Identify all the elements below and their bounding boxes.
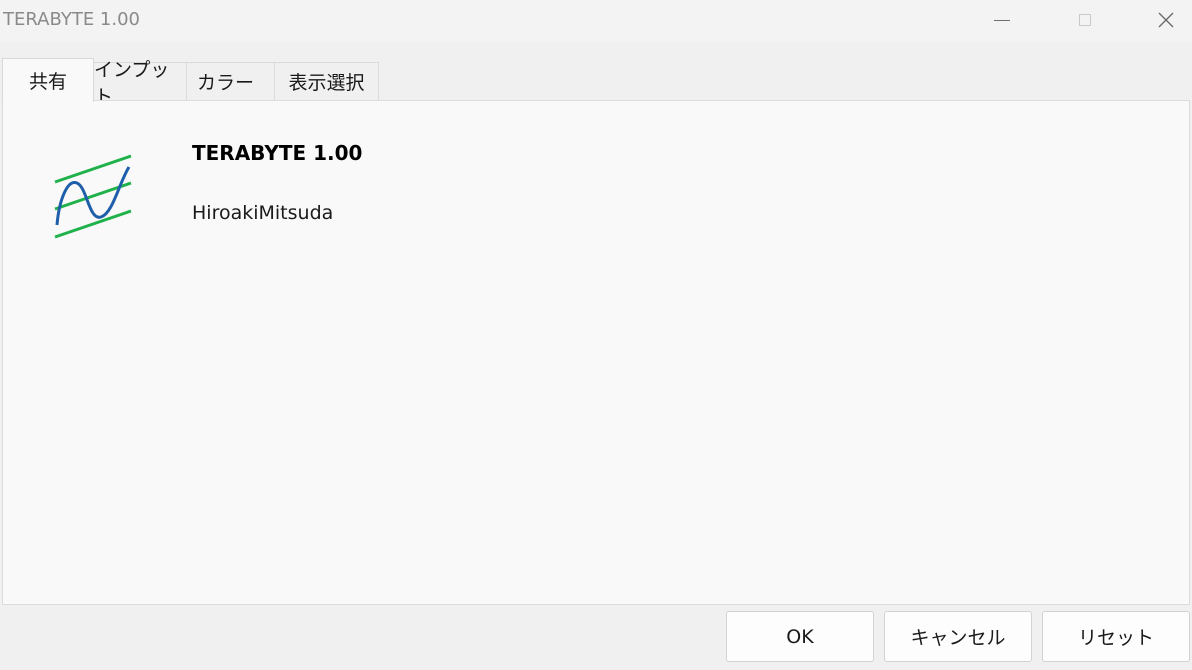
maximize-icon: [1079, 14, 1091, 26]
close-button[interactable]: [1143, 0, 1189, 40]
tab-panel-common: TERABYTE 1.00 HiroakiMitsuda: [2, 100, 1190, 605]
minimize-icon: [994, 19, 1010, 21]
indicator-wave-channel-icon: [54, 154, 132, 239]
tab-visualization[interactable]: 表示選択: [274, 62, 379, 100]
indicator-author: HiroakiMitsuda: [192, 202, 334, 224]
window-title: TERABYTE 1.00: [3, 9, 140, 30]
title-bar[interactable]: TERABYTE 1.00: [0, 0, 1192, 42]
ok-button[interactable]: OK: [726, 611, 874, 662]
tab-inputs[interactable]: インプット: [93, 59, 187, 108]
close-icon: [1158, 12, 1174, 28]
tab-colors[interactable]: カラー: [186, 62, 275, 100]
tab-strip: 共有 インプット カラー 表示選択: [0, 58, 1192, 108]
tab-common[interactable]: 共有: [2, 58, 94, 102]
reset-button[interactable]: リセット: [1042, 611, 1190, 662]
dialog-window: TERABYTE 1.00 共有 インプット カラー 表示選択 TERABYTE…: [0, 0, 1192, 670]
indicator-name: TERABYTE 1.00: [192, 141, 363, 165]
maximize-button[interactable]: [1062, 0, 1108, 40]
cancel-button[interactable]: キャンセル: [884, 611, 1032, 662]
minimize-button[interactable]: [979, 0, 1025, 40]
